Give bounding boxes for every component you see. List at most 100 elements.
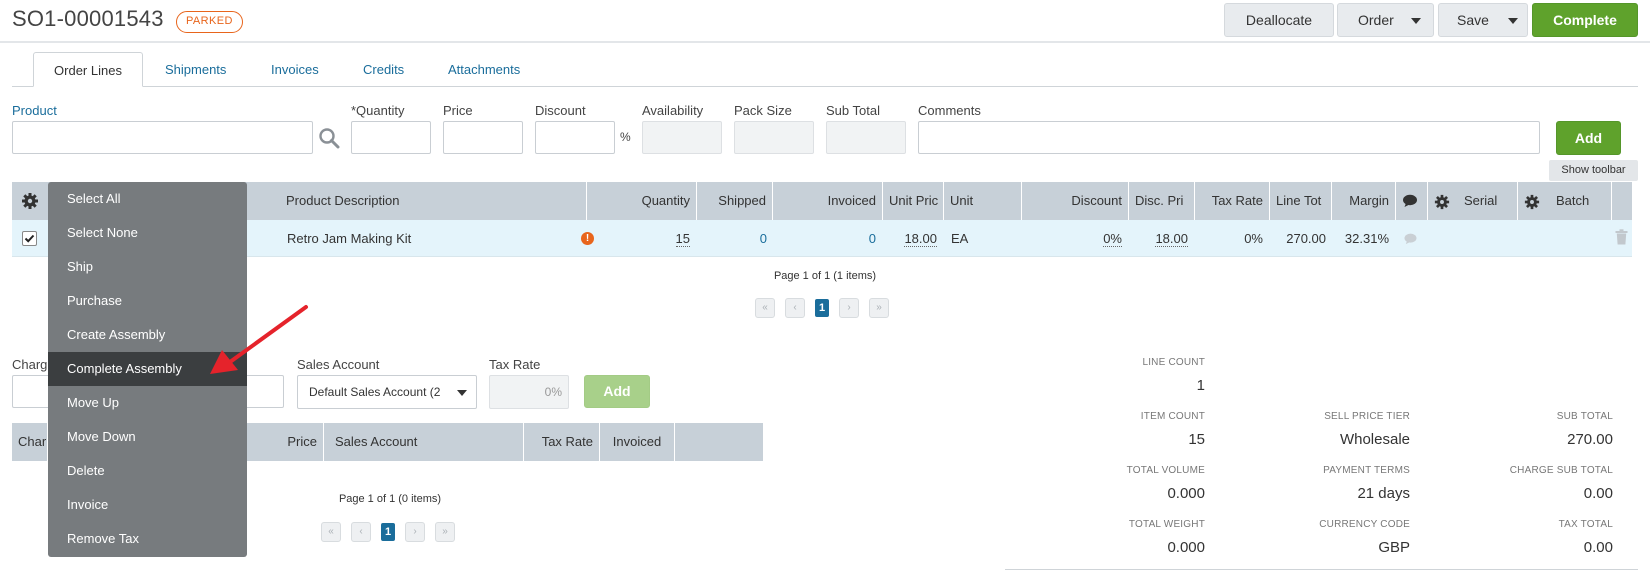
row-unit-price-value: 18.00 [904,231,937,247]
col-price[interactable]: Price [248,423,324,461]
pager-next-button[interactable]: › [839,298,859,318]
gear-icon [1434,194,1450,209]
warning-icon[interactable]: ! [581,232,594,245]
sales-account-select[interactable]: Default Sales Account (2 [297,375,477,409]
col-quantity[interactable]: Quantity [587,182,697,220]
col-product-description[interactable]: Product Description [280,182,587,220]
line-count-label: LINE COUNT [1142,357,1205,368]
col-charge-tax-rate[interactable]: Tax Rate [524,423,600,461]
add-charge-button[interactable]: Add [584,375,650,408]
col-tax-rate[interactable]: Tax Rate [1195,182,1270,220]
show-toolbar-button[interactable]: Show toolbar [1549,160,1638,181]
charges-pager-text: Page 1 of 1 (0 items) [338,493,442,505]
sub-total-summary-label: SUB TOTAL [1556,411,1613,422]
complete-button[interactable]: Complete [1532,3,1638,37]
col-charge-invoiced[interactable]: Invoiced [600,423,675,461]
row-invoiced[interactable]: 0 [772,220,876,257]
col-charge[interactable]: Char [12,423,48,461]
table-row[interactable]: Retro Jam Making Kit ! 15 0 0 18.00 EA 0… [12,220,1632,257]
menu-item-select-all[interactable]: Select All [48,182,247,216]
charge-sub-total-label: CHARGE SUB TOTAL [1509,465,1613,476]
tab-attachments[interactable]: Attachments [428,52,540,87]
row-discount[interactable]: 0% [1052,220,1122,257]
col-discount[interactable]: Discount [1022,182,1129,220]
pager-first-button[interactable]: « [755,298,775,318]
col-serial[interactable]: Serial [1428,182,1518,220]
tab-credits[interactable]: Credits [343,52,424,87]
caret-down-icon [1508,18,1518,24]
row-quantity[interactable]: 15 [612,220,690,257]
charge-label: Charg [12,357,48,372]
row-line-total: 270.00 [1286,231,1326,246]
col-unit-price[interactable]: Unit Pric [883,182,944,220]
order-button[interactable]: Order [1337,3,1434,37]
total-weight-label: TOTAL WEIGHT [1128,519,1205,530]
row-shipped[interactable]: 0 [692,220,767,257]
add-line-button[interactable]: Add [1556,121,1621,155]
summary-divider [1005,569,1638,570]
pager-last-button[interactable]: » [435,522,455,542]
total-volume-value: 0.000 [1167,485,1205,502]
save-button[interactable]: Save [1438,3,1528,37]
charge-sub-total-value: 0.00 [1583,485,1613,502]
col-sales-account[interactable]: Sales Account [324,423,524,461]
pager-prev-button[interactable]: ‹ [351,522,371,542]
sales-account-value: Default Sales Account (2 [309,385,441,399]
charge-tax-rate-input[interactable]: 0% [489,375,569,409]
search-icon[interactable] [318,127,340,149]
col-shipped[interactable]: Shipped [697,182,773,220]
row-checkbox[interactable] [22,231,37,246]
menu-item-remove-tax[interactable]: Remove Tax [48,522,247,556]
sub-total-label: Sub Total [826,103,880,118]
row-quantity-value: 15 [675,231,690,247]
col-batch-label: Batch [1556,193,1590,208]
menu-item-move-up[interactable]: Move Up [48,386,247,420]
col-comment [1396,182,1428,220]
row-description: Retro Jam Making Kit [287,231,412,246]
comment-icon[interactable] [1403,233,1418,248]
col-unit[interactable]: Unit [944,182,1022,220]
col-line-total[interactable]: Line Tot [1270,182,1332,220]
trash-icon[interactable] [1615,229,1628,248]
availability-field [642,121,722,154]
currency-code-value: GBP [1378,539,1410,556]
pager-current-page[interactable]: 1 [381,523,395,541]
pager-first-button[interactable]: « [321,522,341,542]
caret-down-icon [1411,18,1421,24]
charge-tax-rate-label: Tax Rate [489,357,541,372]
comments-input[interactable] [918,121,1540,154]
menu-item-delete[interactable]: Delete [48,454,247,488]
menu-item-select-none[interactable]: Select None [48,216,247,250]
discount-input[interactable] [535,121,615,154]
pager-next-button[interactable]: › [405,522,425,542]
row-disc-price-value: 18.00 [1155,231,1188,247]
menu-item-ship[interactable]: Ship [48,250,247,284]
tab-shipments[interactable]: Shipments [145,52,246,87]
pager-current-page[interactable]: 1 [815,299,829,317]
col-margin[interactable]: Margin [1332,182,1396,220]
col-invoiced[interactable]: Invoiced [773,182,883,220]
col-batch[interactable]: Batch [1518,182,1612,220]
row-unit-price[interactable]: 18.00 [882,220,937,257]
tax-total-label: TAX TOTAL [1558,519,1613,530]
gear-icon[interactable] [21,192,39,210]
row-disc-price[interactable]: 18.00 [1132,220,1188,257]
pager-prev-button[interactable]: ‹ [785,298,805,318]
currency-code-label: CURRENCY CODE [1319,519,1410,530]
comment-icon [1403,194,1417,207]
menu-item-move-down[interactable]: Move Down [48,420,247,454]
quantity-input[interactable] [351,121,431,154]
deallocate-button[interactable]: Deallocate [1224,3,1334,37]
pager-last-button[interactable]: » [869,298,889,318]
product-input[interactable] [12,121,313,154]
col-disc-price[interactable]: Disc. Pri [1129,182,1195,220]
quantity-label: *Quantity [351,103,405,118]
tab-order-lines[interactable]: Order Lines [33,52,143,87]
price-input[interactable] [443,121,523,154]
discount-label: Discount [535,103,586,118]
pack-size-label: Pack Size [734,103,792,118]
tab-invoices[interactable]: Invoices [251,52,339,87]
row-unit: EA [951,231,969,246]
gear-icon [1524,194,1540,209]
menu-item-invoice[interactable]: Invoice [48,488,247,522]
